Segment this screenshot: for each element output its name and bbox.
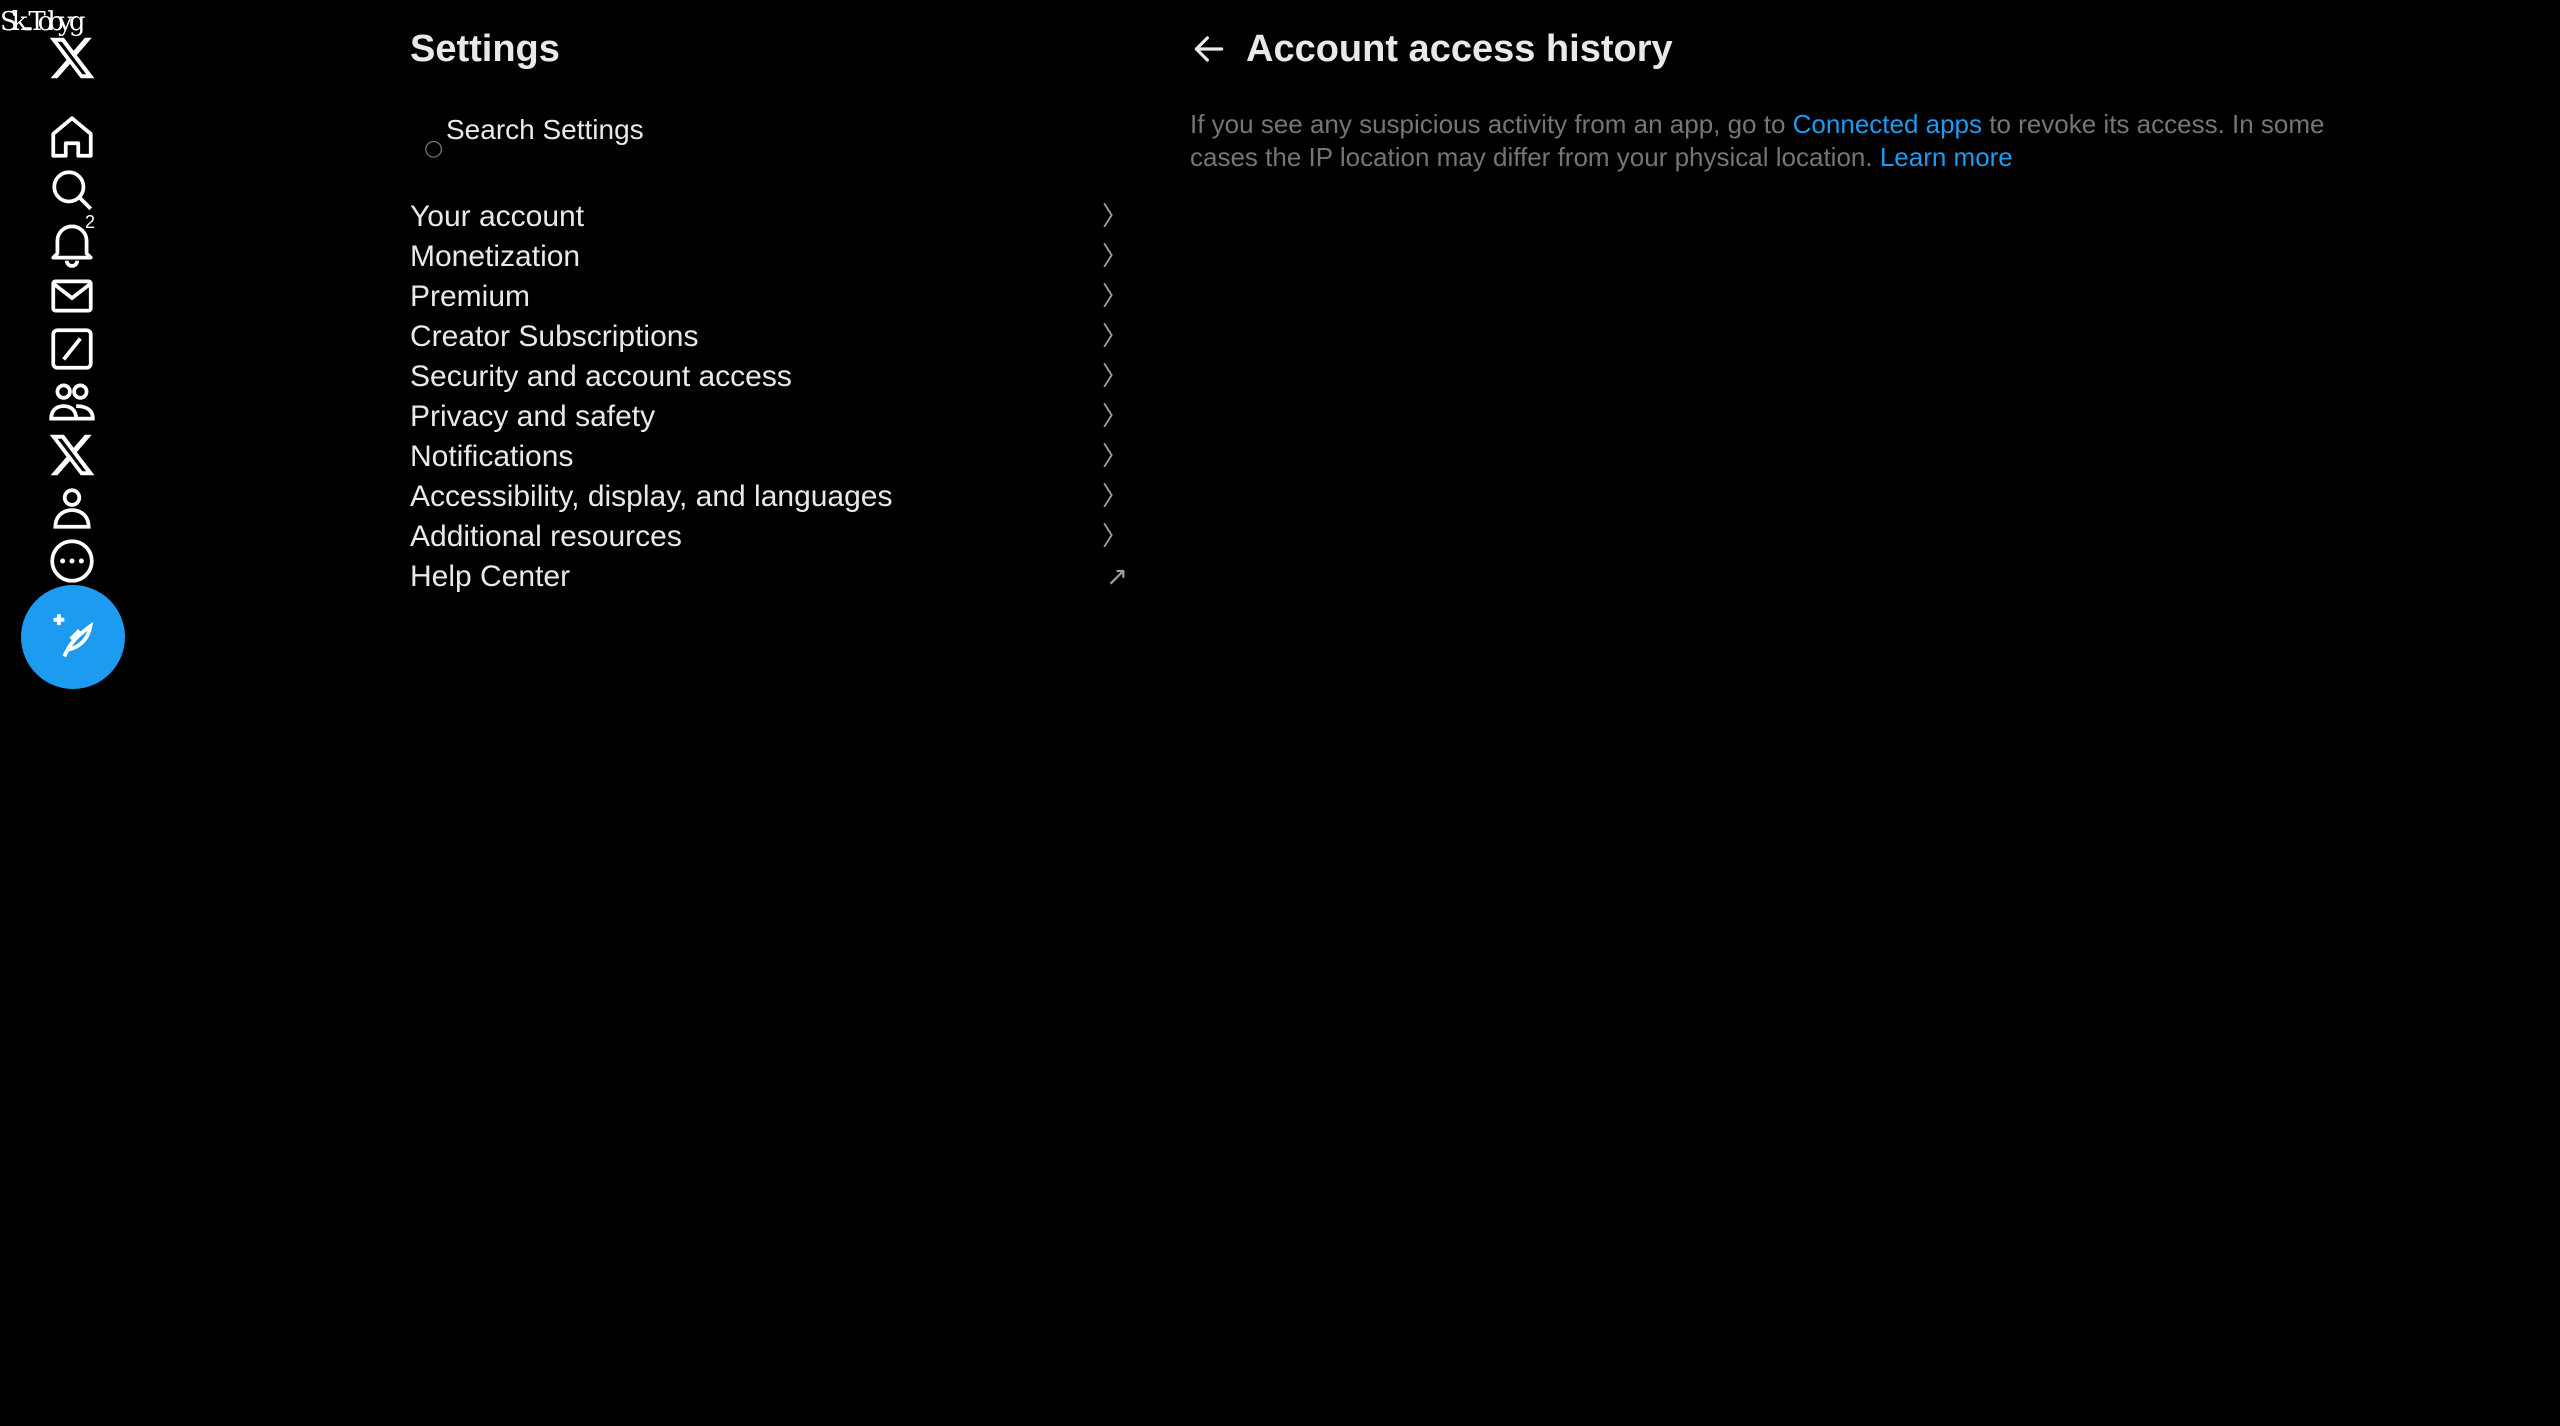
learn-more-link[interactable]: Learn more [1880,142,2013,172]
menu-item-label: Accessibility, display, and languages [410,480,893,513]
chevron-right-icon: 〉 [1101,282,1128,312]
description-text: If you see any suspicious activity from … [1190,108,2330,174]
x-logo-icon[interactable] [42,28,102,88]
page-title: Account access history [1246,28,1673,70]
menu-item-additional-resources[interactable]: Additional resources 〉 [410,517,1130,557]
back-button[interactable] [1190,30,1230,70]
menu-item-label: Your account [410,200,585,233]
search-icon: ○ [424,136,444,161]
menu-item-label: Help Center [410,560,571,593]
menu-item-label: Notifications [410,440,574,473]
menu-item-label: Creator Subscriptions [410,320,699,353]
description-part-1: If you see any suspicious activity from … [1190,109,1793,139]
menu-item-label: Privacy and safety [410,400,656,433]
menu-item-label: Security and account access [410,360,792,393]
chevron-right-icon: 〉 [1101,522,1128,552]
search-placeholder: Search Settings [446,114,644,145]
menu-item-notifications[interactable]: Notifications 〉 [410,437,1130,477]
search-icon[interactable] [42,160,102,220]
menu-item-label: Premium [410,280,531,313]
chevron-right-icon: 〉 [1101,322,1128,352]
menu-item-creator-subscriptions[interactable]: Creator Subscriptions 〉 [410,317,1130,357]
chevron-right-icon: 〉 [1101,482,1128,512]
chevron-right-icon: 〉 [1101,362,1128,392]
menu-item-privacy[interactable]: Privacy and safety 〉 [410,397,1130,437]
profile-icon[interactable] [42,478,102,538]
notification-count-badge: 2 [85,212,96,232]
menu-item-monetization[interactable]: Monetization 〉 [410,237,1130,277]
grok-icon[interactable] [42,319,102,379]
settings-menu: Your account 〉 Monetization 〉 Premium 〉 … [410,197,1130,597]
compose-post-button[interactable] [21,585,125,689]
chevron-right-icon: 〉 [1101,402,1128,432]
chevron-right-icon: 〉 [1101,242,1128,272]
chevron-right-icon: 〉 [1101,202,1128,232]
external-link-icon: ↗ [1106,562,1128,592]
mail-icon[interactable] [42,266,102,326]
settings-title: Settings [410,28,560,70]
menu-item-your-account[interactable]: Your account 〉 [410,197,1130,237]
settings-search-input[interactable]: ○ Search Settings [410,110,1130,162]
chevron-right-icon: 〉 [1101,442,1128,472]
sidebar-nav: Sk...Toby g 2 [0,0,150,1426]
communities-icon[interactable] [42,372,102,432]
menu-item-accessibility[interactable]: Accessibility, display, and languages 〉 [410,477,1130,517]
home-icon[interactable] [42,107,102,167]
app-root: Sk...Toby g 2 Settings ○ Search Settings… [0,0,2560,1426]
menu-item-label: Monetization [410,240,581,273]
menu-item-premium[interactable]: Premium 〉 [410,277,1130,317]
menu-item-help-center[interactable]: Help Center ↗ [410,557,1130,597]
menu-item-label: Additional resources [410,520,682,553]
more-icon[interactable] [42,531,102,591]
menu-item-security[interactable]: Security and account access 〉 [410,357,1130,397]
premium-x-icon[interactable] [42,425,102,485]
connected-apps-link[interactable]: Connected apps [1793,109,1982,139]
arrow-left-icon [1194,36,1224,62]
feather-plus-icon [53,614,94,658]
